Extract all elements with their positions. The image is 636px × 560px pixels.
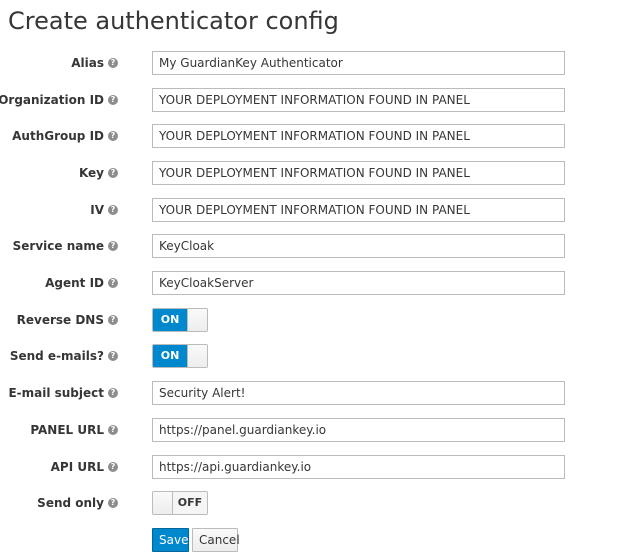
help-icon[interactable]: ? bbox=[108, 315, 118, 325]
field-label: Send only bbox=[37, 496, 104, 510]
send-only-toggle[interactable]: OFF bbox=[152, 491, 208, 515]
send-emails-toggle[interactable]: ON bbox=[152, 344, 208, 368]
field-label: Agent ID bbox=[45, 276, 104, 290]
help-icon[interactable]: ? bbox=[108, 351, 118, 361]
create-authenticator-config-page: Create authenticator config Alias ? Orga… bbox=[0, 0, 636, 560]
api-url-input[interactable] bbox=[152, 455, 565, 479]
help-icon[interactable]: ? bbox=[108, 131, 118, 141]
field-label: PANEL URL bbox=[30, 423, 104, 437]
cancel-button[interactable]: Cancel bbox=[192, 528, 240, 552]
form-row-reverse-dns: Reverse DNS ? ON bbox=[0, 308, 636, 332]
field-label: Service name bbox=[12, 239, 104, 253]
toggle-state-label: ON bbox=[153, 309, 187, 331]
label-send-only: Send only ? bbox=[37, 491, 118, 515]
toggle-knob bbox=[187, 345, 207, 367]
label-iv: IV ? bbox=[90, 198, 118, 222]
authgroup-id-input[interactable] bbox=[152, 124, 565, 148]
form-row-iv: IV ? bbox=[0, 198, 636, 222]
label-alias: Alias ? bbox=[71, 51, 118, 75]
iv-input[interactable] bbox=[152, 198, 565, 222]
form-row-alias: Alias ? bbox=[0, 51, 636, 75]
toggle-knob bbox=[187, 309, 207, 331]
form-row-send-only: Send only ? OFF bbox=[0, 491, 636, 515]
key-input[interactable] bbox=[152, 161, 565, 185]
field-label: Send e-mails? bbox=[9, 349, 104, 363]
field-label: E-mail subject bbox=[8, 386, 104, 400]
toggle-state-label: ON bbox=[153, 345, 187, 367]
help-icon[interactable]: ? bbox=[108, 58, 118, 68]
agent-id-input[interactable] bbox=[152, 271, 565, 295]
form-row-organization-id: Organization ID ? bbox=[0, 88, 636, 112]
label-service-name: Service name ? bbox=[13, 234, 118, 258]
email-subject-input[interactable] bbox=[152, 381, 565, 405]
label-reverse-dns: Reverse DNS ? bbox=[17, 308, 118, 332]
toggle-knob bbox=[153, 492, 173, 514]
label-send-emails: Send e-mails? ? bbox=[10, 344, 118, 368]
label-authgroup-id: AuthGroup ID ? bbox=[12, 124, 118, 148]
help-icon[interactable]: ? bbox=[108, 168, 118, 178]
help-icon[interactable]: ? bbox=[108, 498, 118, 508]
label-panel-url: PANEL URL ? bbox=[30, 418, 118, 442]
help-icon[interactable]: ? bbox=[108, 95, 118, 105]
form-row-panel-url: PANEL URL ? bbox=[0, 418, 636, 442]
alias-input[interactable] bbox=[152, 51, 565, 75]
field-label: Reverse DNS bbox=[16, 313, 104, 327]
panel-url-input[interactable] bbox=[152, 418, 565, 442]
field-label: IV bbox=[90, 203, 104, 217]
label-agent-id: Agent ID ? bbox=[45, 271, 118, 295]
form-row-api-url: API URL ? bbox=[0, 455, 636, 479]
label-organization-id: Organization ID ? bbox=[0, 88, 118, 112]
save-button[interactable]: Save bbox=[152, 528, 189, 552]
reverse-dns-toggle[interactable]: ON bbox=[152, 308, 208, 332]
form-actions: Save Cancel bbox=[0, 528, 636, 552]
service-name-input[interactable] bbox=[152, 234, 565, 258]
label-key: Key ? bbox=[79, 161, 118, 185]
form-row-authgroup-id: AuthGroup ID ? bbox=[0, 124, 636, 148]
label-email-subject: E-mail subject ? bbox=[8, 381, 118, 405]
page-title: Create authenticator config bbox=[8, 7, 339, 35]
form-row-send-emails: Send e-mails? ? ON bbox=[0, 344, 636, 368]
form-row-key: Key ? bbox=[0, 161, 636, 185]
form-row-agent-id: Agent ID ? bbox=[0, 271, 636, 295]
form-row-service-name: Service name ? bbox=[0, 234, 636, 258]
help-icon[interactable]: ? bbox=[108, 462, 118, 472]
help-icon[interactable]: ? bbox=[108, 241, 118, 251]
help-icon[interactable]: ? bbox=[108, 425, 118, 435]
field-label: Key bbox=[78, 166, 104, 180]
field-label: Alias bbox=[71, 56, 104, 70]
field-label: AuthGroup ID bbox=[12, 129, 104, 143]
field-label: Organization ID bbox=[0, 93, 104, 107]
label-api-url: API URL ? bbox=[51, 455, 118, 479]
organization-id-input[interactable] bbox=[152, 88, 565, 112]
form-row-email-subject: E-mail subject ? bbox=[0, 381, 636, 405]
help-icon[interactable]: ? bbox=[108, 278, 118, 288]
help-icon[interactable]: ? bbox=[108, 388, 118, 398]
toggle-state-label: OFF bbox=[173, 492, 207, 514]
field-label: API URL bbox=[50, 460, 104, 474]
help-icon[interactable]: ? bbox=[108, 205, 118, 215]
